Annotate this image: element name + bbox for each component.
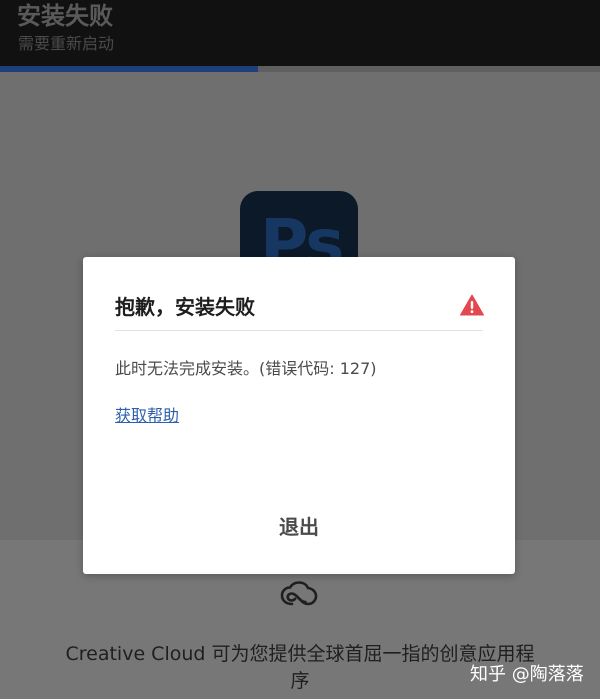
- creative-cloud-promo-text: Creative Cloud 可为您提供全球首屈一指的创意应用程序: [65, 643, 535, 692]
- creative-cloud-icon: [280, 581, 318, 606]
- header-subtitle: 需要重新启动: [18, 34, 115, 53]
- install-progress-bar: [0, 66, 600, 72]
- installer-header: 安装失败 需要重新启动: [0, 0, 600, 66]
- header-title: 安装失败: [17, 2, 113, 30]
- install-progress-fill: [0, 66, 258, 72]
- dialog-title: 抱歉，安装失败: [115, 295, 255, 319]
- zhihu-watermark: 知乎 @陶落落: [470, 664, 584, 685]
- get-help-link[interactable]: 获取帮助: [115, 402, 179, 426]
- exit-button[interactable]: 退出: [249, 509, 349, 545]
- alert-triangle-icon: [460, 294, 484, 316]
- dialog-divider: [115, 330, 483, 331]
- install-failed-dialog: 抱歉，安装失败 此时无法完成安装。(错误代码: 127) 获取帮助 退出: [83, 257, 515, 574]
- error-message: 此时无法完成安装。(错误代码: 127): [115, 359, 377, 378]
